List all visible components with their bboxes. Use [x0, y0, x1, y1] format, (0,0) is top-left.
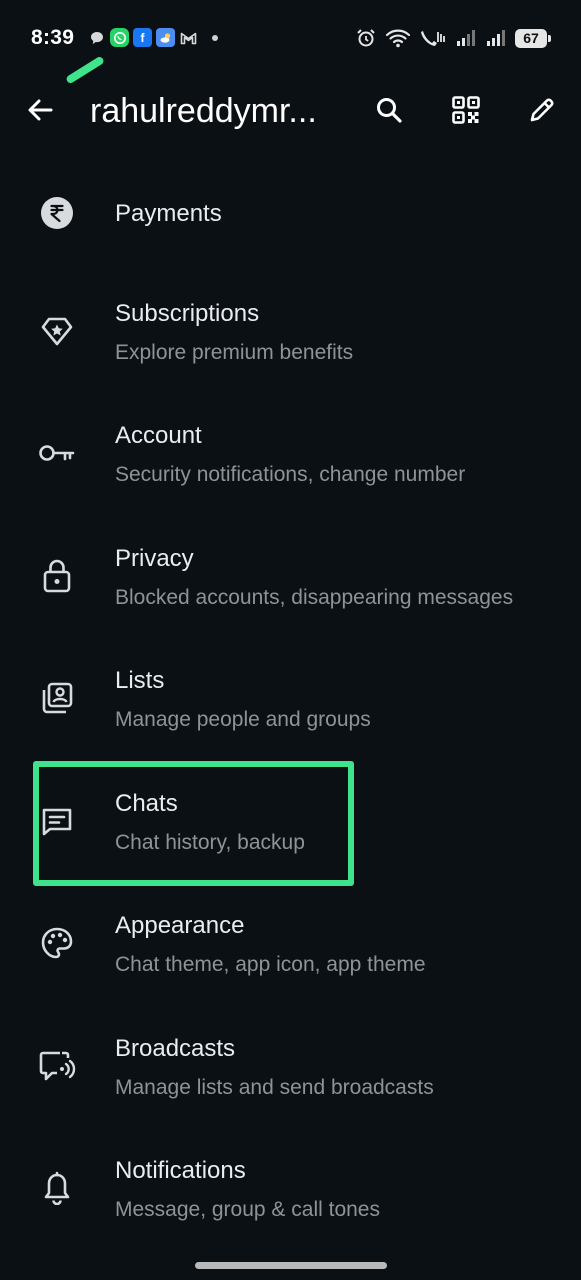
system-icons: 67 — [355, 27, 551, 49]
rupee-icon — [37, 193, 77, 233]
chat-icon — [37, 801, 77, 841]
search-icon — [377, 98, 402, 123]
back-arrow-icon — [28, 99, 53, 121]
palette-icon — [37, 923, 77, 963]
page-title: rahulreddymr... — [90, 92, 317, 130]
back-button[interactable] — [18, 88, 62, 132]
signal-icon — [485, 28, 507, 48]
home-indicator[interactable] — [195, 1262, 387, 1269]
settings-item-subtitle: Manage people and groups — [115, 708, 371, 731]
settings-item-appearance[interactable]: Appearance Chat theme, app icon, app the… — [0, 887, 581, 997]
bell-icon — [37, 1168, 77, 1208]
qr-code-icon — [452, 96, 480, 124]
settings-item-label: Broadcasts — [115, 1035, 236, 1062]
whatsapp-icon — [110, 28, 129, 47]
settings-item-subtitle: Blocked accounts, disappearing messages — [115, 586, 514, 609]
status-time: 8:39 — [31, 26, 75, 49]
settings-item-privacy[interactable]: Privacy Blocked accounts, disappearing m… — [0, 520, 581, 630]
settings-screen: 8:39 f 67 rahulreddymr... Payments Subsc… — [0, 0, 581, 1280]
notification-icons: f — [87, 28, 218, 47]
lock-icon — [37, 556, 77, 596]
settings-item-subtitle: Chat history, backup — [115, 831, 305, 854]
settings-item-label: Notifications — [115, 1157, 246, 1184]
broadcast-icon — [37, 1046, 77, 1086]
settings-item-label: Privacy — [115, 545, 194, 572]
volte-call-icon — [419, 28, 447, 48]
settings-item-subtitle: Explore premium benefits — [115, 341, 354, 364]
status-bar: 8:39 f 67 — [0, 0, 581, 85]
search-button[interactable] — [367, 88, 411, 132]
contact-list-icon — [37, 678, 77, 718]
settings-item-subscriptions[interactable]: Subscriptions Explore premium benefits — [0, 275, 581, 385]
settings-item-chats[interactable]: Chats Chat history, backup — [0, 765, 581, 875]
settings-item-subtitle: Chat theme, app icon, app theme — [115, 953, 426, 976]
qr-code-button[interactable] — [444, 88, 488, 132]
diamond-star-icon — [37, 311, 77, 351]
settings-item-account[interactable]: Account Security notifications, change n… — [0, 397, 581, 507]
key-icon — [37, 433, 77, 473]
pencil-icon — [530, 98, 554, 122]
settings-item-broadcasts[interactable]: Broadcasts Manage lists and send broadca… — [0, 1010, 581, 1120]
settings-item-lists[interactable]: Lists Manage people and groups — [0, 642, 581, 752]
top-bar: rahulreddymr... — [0, 76, 581, 146]
signal-icon — [455, 28, 477, 48]
edit-button[interactable] — [520, 88, 564, 132]
wifi-icon — [385, 28, 411, 48]
settings-item-label: Subscriptions — [115, 300, 260, 327]
battery-icon: 67 — [515, 28, 551, 48]
facebook-icon: f — [133, 28, 152, 47]
settings-item-label: Account — [115, 422, 202, 449]
gmail-icon — [179, 28, 198, 47]
battery-level: 67 — [523, 30, 539, 46]
settings-item-subtitle: Manage lists and send broadcasts — [115, 1076, 434, 1099]
alarm-icon — [355, 27, 377, 49]
settings-item-label: Chats — [115, 790, 178, 817]
settings-item-label: Appearance — [115, 912, 245, 939]
chat-bubble-icon — [87, 28, 106, 47]
more-notifications-dot — [212, 34, 218, 41]
weather-icon — [156, 28, 175, 47]
settings-item-subtitle: Message, group & call tones — [115, 1198, 380, 1221]
settings-item-subtitle: Security notifications, change number — [115, 463, 466, 486]
settings-item-label: Payments — [115, 200, 222, 227]
settings-item-label: Lists — [115, 667, 165, 694]
settings-item-notifications[interactable]: Notifications Message, group & call tone… — [0, 1132, 581, 1242]
settings-item-payments[interactable]: Payments — [0, 160, 581, 270]
